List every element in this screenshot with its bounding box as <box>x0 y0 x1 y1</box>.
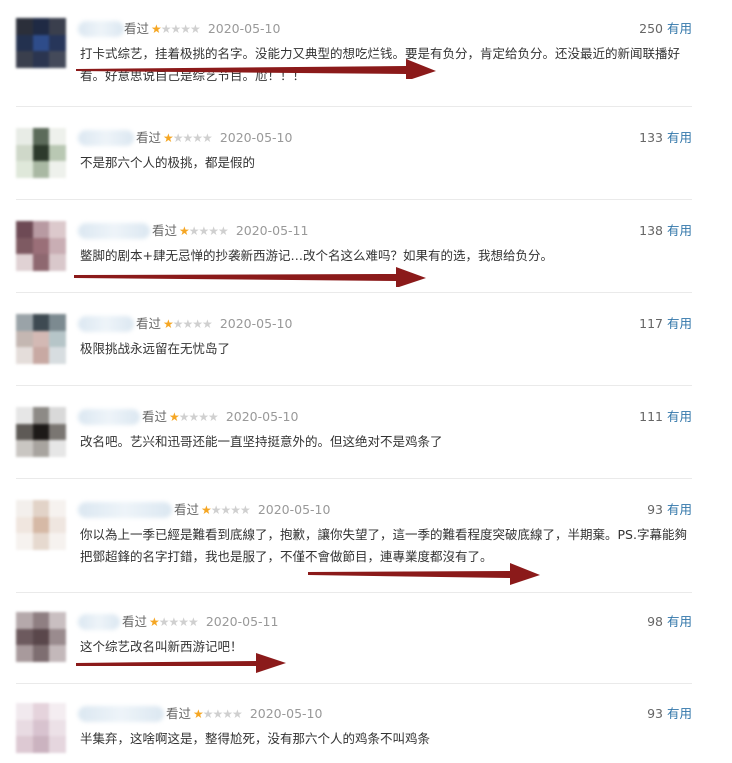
review-text: 极限挑战永远留在无忧岛了 <box>80 341 231 356</box>
avatar[interactable] <box>16 314 66 364</box>
useful-count: 250 <box>639 21 663 36</box>
useful-count: 93 <box>647 502 663 517</box>
useful-button[interactable]: 有用 <box>667 316 692 331</box>
review-text: 半集弃，这啥啊这是，整得尬死，没有那六个人的鸡条不叫鸡条 <box>80 731 431 746</box>
review-date: 2020-05-10 <box>219 130 293 145</box>
divider <box>16 683 692 684</box>
review-date: 2020-05-10 <box>225 409 299 424</box>
review-date: 2020-05-11 <box>205 614 279 629</box>
review-date: 2020-05-10 <box>219 316 293 331</box>
useful-count: 111 <box>639 409 663 424</box>
avatar[interactable] <box>16 221 66 271</box>
review-text: 鳖脚的剧本+肆无忌惮的抄袭新西游记…改个名这么难吗？如果有的选，我想给负分。 <box>80 248 553 263</box>
divider <box>16 385 692 386</box>
star-rating: ★★★★★ <box>163 131 213 145</box>
review-text: 改名吧。艺兴和迅哥还能一直坚持挺意外的。但这绝对不是鸡条了 <box>80 434 443 449</box>
username[interactable] <box>78 223 150 239</box>
review-date: 2020-05-10 <box>257 502 331 517</box>
review-status: 看过 <box>174 502 200 517</box>
divider <box>16 106 692 107</box>
divider <box>16 292 692 293</box>
avatar[interactable] <box>16 18 66 68</box>
review-status: 看过 <box>152 223 178 238</box>
username[interactable] <box>78 21 124 37</box>
star-rating: ★★★★★ <box>149 615 199 629</box>
star-rating: ★★★★★ <box>201 503 251 517</box>
username[interactable] <box>78 130 134 146</box>
useful-button[interactable]: 有用 <box>667 614 692 629</box>
red-arrow-icon <box>74 267 426 287</box>
review-date: 2020-05-10 <box>249 706 323 721</box>
divider <box>16 478 692 479</box>
star-rating: ★★★★★ <box>163 317 213 331</box>
review-status: 看过 <box>122 614 148 629</box>
useful-button[interactable]: 有用 <box>667 130 692 145</box>
useful-button[interactable]: 有用 <box>667 223 692 238</box>
star-rating: ★★★★★ <box>151 22 201 36</box>
review-status: 看过 <box>136 130 162 145</box>
useful-count: 93 <box>647 706 663 721</box>
red-arrow-icon <box>76 59 436 79</box>
username[interactable] <box>78 502 172 518</box>
avatar[interactable] <box>16 128 66 178</box>
review-status: 看过 <box>166 706 192 721</box>
username[interactable] <box>78 614 120 630</box>
avatar[interactable] <box>16 500 66 550</box>
review-status: 看过 <box>124 21 150 36</box>
review-text: 不是那六个人的极挑，都是假的 <box>80 155 256 170</box>
red-arrow-icon <box>308 563 540 585</box>
username[interactable] <box>78 316 134 332</box>
useful-count: 133 <box>639 130 663 145</box>
review-text: 你以為上一季已經是難看到底線了，抱歉，讓你失望了，這一季的難看程度突破底線了，半… <box>80 527 687 564</box>
divider <box>16 199 692 200</box>
useful-button[interactable]: 有用 <box>667 706 692 721</box>
useful-count: 98 <box>647 614 663 629</box>
avatar[interactable] <box>16 612 66 662</box>
avatar[interactable] <box>16 703 66 753</box>
divider <box>16 592 692 593</box>
star-rating: ★★★★★ <box>169 410 219 424</box>
review-status: 看过 <box>142 409 168 424</box>
username[interactable] <box>78 706 164 722</box>
useful-button[interactable]: 有用 <box>667 409 692 424</box>
review-status: 看过 <box>136 316 162 331</box>
red-arrow-icon <box>76 653 286 673</box>
username[interactable] <box>78 409 140 425</box>
useful-count: 117 <box>639 316 663 331</box>
useful-button[interactable]: 有用 <box>667 502 692 517</box>
star-rating: ★★★★★ <box>179 224 229 238</box>
review-date: 2020-05-10 <box>207 21 281 36</box>
useful-count: 138 <box>639 223 663 238</box>
useful-button[interactable]: 有用 <box>667 21 692 36</box>
review-date: 2020-05-11 <box>235 223 309 238</box>
star-rating: ★★★★★ <box>193 707 243 721</box>
avatar[interactable] <box>16 407 66 457</box>
